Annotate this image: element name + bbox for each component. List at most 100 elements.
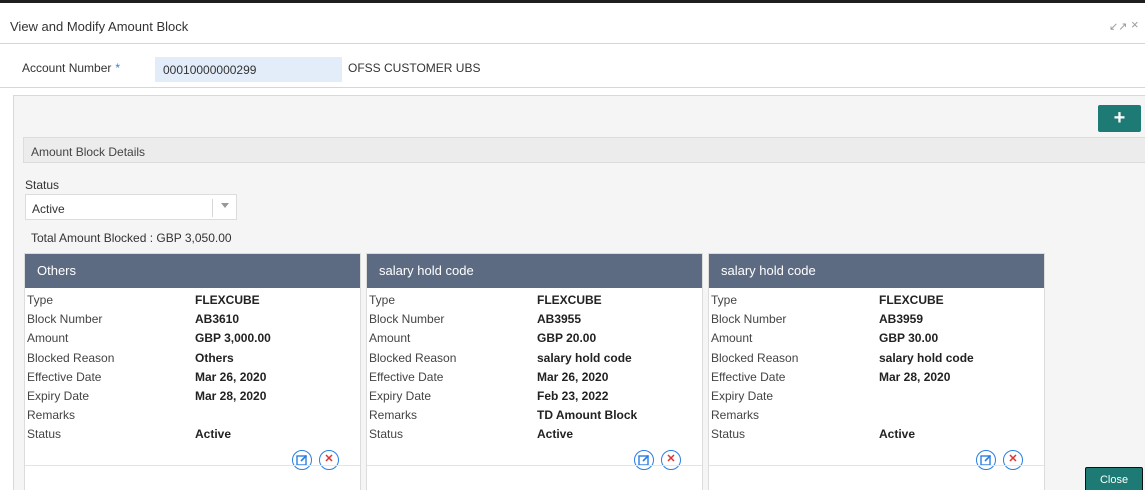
status-filter-label: Status	[25, 178, 60, 192]
amount-block-window: View and Modify Amount Block ↙↗ × Accoun…	[0, 0, 1145, 490]
field-label: Status	[27, 427, 62, 442]
block-card: salary hold code Type FLEXCUBE Block Numb…	[708, 253, 1045, 490]
row-status: Status Active	[709, 426, 1044, 445]
window-title: View and Modify Amount Block	[10, 19, 189, 34]
row-block-number: Block Number AB3959	[709, 311, 1044, 330]
close-button[interactable]: Close	[1085, 467, 1143, 490]
block-card: salary hold code Type FLEXCUBE Block Numb…	[366, 253, 703, 490]
select-divider	[212, 199, 213, 217]
field-value: Others	[195, 350, 234, 365]
field-value: Mar 26, 2020	[537, 369, 609, 384]
row-effective-date: Effective Date Mar 26, 2020	[367, 369, 702, 388]
row-type: Type FLEXCUBE	[709, 292, 1044, 311]
field-value: GBP 3,000.00	[195, 331, 271, 346]
field-value: salary hold code	[537, 350, 632, 365]
field-value: GBP 20.00	[537, 331, 597, 346]
field-label: Remarks	[27, 408, 76, 423]
field-value: salary hold code	[879, 350, 974, 365]
row-expiry-date: Expiry Date Feb 23, 2022	[367, 388, 702, 407]
field-label: Type	[369, 293, 396, 307]
field-label: Expiry Date	[27, 388, 90, 403]
field-label: Effective Date	[369, 369, 444, 384]
row-amount: Amount GBP 20.00	[367, 330, 702, 349]
field-label: Blocked Reason	[27, 350, 115, 365]
row-expiry-date: Expiry Date	[709, 388, 1044, 407]
edit-icon[interactable]	[976, 450, 996, 470]
add-button[interactable]: +	[1098, 105, 1141, 132]
field-value: AB3610	[195, 312, 240, 327]
row-effective-date: Effective Date Mar 28, 2020	[709, 369, 1044, 388]
minimize-icon[interactable]: ↙↗	[1109, 20, 1127, 33]
field-value: Mar 28, 2020	[879, 369, 951, 384]
row-block-number: Block Number AB3955	[367, 311, 702, 330]
field-value: GBP 30.00	[879, 331, 939, 346]
field-label: Effective Date	[711, 369, 786, 384]
delete-icon[interactable]: ✕	[661, 450, 681, 470]
section-header: Amount Block Details	[23, 137, 1145, 163]
row-amount: Amount GBP 3,000.00	[25, 330, 360, 349]
field-label: Type	[711, 293, 738, 307]
field-value: Mar 26, 2020	[195, 369, 267, 384]
row-remarks: Remarks TD Amount Block	[367, 407, 702, 426]
row-effective-date: Effective Date Mar 26, 2020	[25, 369, 360, 388]
account-number-label: Account Number *	[22, 61, 121, 75]
field-label: Expiry Date	[369, 388, 432, 403]
field-value: AB3959	[879, 312, 924, 327]
field-label: Remarks	[711, 408, 760, 423]
field-label: Type	[27, 293, 54, 307]
card-footer-divider	[25, 465, 360, 466]
field-label: Status	[369, 427, 404, 442]
field-label: Block Number	[369, 312, 445, 327]
card-header: salary hold code	[709, 254, 1044, 288]
row-remarks: Remarks	[709, 407, 1044, 426]
field-value: TD Amount Block	[537, 408, 638, 423]
field-value: FLEXCUBE	[879, 293, 944, 307]
close-icon[interactable]: ×	[1131, 17, 1139, 32]
row-type: Type FLEXCUBE	[25, 292, 360, 311]
row-expiry-date: Expiry Date Mar 28, 2020	[25, 388, 360, 407]
field-label: Blocked Reason	[711, 350, 799, 365]
row-status: Status Active	[25, 426, 360, 445]
row-remarks: Remarks	[25, 407, 360, 426]
edit-icon[interactable]	[634, 450, 654, 470]
field-label: Effective Date	[27, 369, 102, 384]
field-label: Block Number	[711, 312, 787, 327]
field-value: Active	[195, 427, 232, 442]
block-card: Others Type FLEXCUBE Block Number AB3610 A…	[24, 253, 361, 490]
row-blocked-reason: Blocked Reason salary hold code	[367, 350, 702, 369]
field-value: Active	[537, 427, 574, 442]
field-value: FLEXCUBE	[195, 293, 260, 307]
field-label: Amount	[27, 331, 69, 346]
field-value: AB3955	[537, 312, 582, 327]
field-label: Status	[711, 427, 746, 442]
card-header: salary hold code	[367, 254, 702, 288]
row-status: Status Active	[367, 426, 702, 445]
field-label: Amount	[711, 331, 753, 346]
row-blocked-reason: Blocked Reason salary hold code	[709, 350, 1044, 369]
title-bar: View and Modify Amount Block ↙↗ ×	[0, 6, 1145, 44]
delete-icon[interactable]: ✕	[319, 450, 339, 470]
required-mark: *	[115, 61, 121, 75]
customer-name: OFSS CUSTOMER UBS	[348, 61, 481, 75]
field-label: Amount	[369, 331, 411, 346]
field-value: Active	[879, 427, 916, 442]
account-number-input[interactable]	[155, 57, 342, 82]
row-amount: Amount GBP 30.00	[709, 330, 1044, 349]
status-filter-select[interactable]: Active	[25, 194, 237, 220]
edit-icon[interactable]	[292, 450, 312, 470]
card-header: Others	[25, 254, 360, 288]
card-details: Type FLEXCUBE Block Number AB3955 Amount GB…	[367, 288, 702, 446]
total-amount-blocked: Total Amount Blocked : GBP 3,050.00	[31, 231, 232, 245]
field-label: Remarks	[369, 408, 418, 423]
card-details: Type FLEXCUBE Block Number AB3959 Amount GB…	[709, 288, 1044, 446]
chevron-down-icon	[221, 203, 229, 208]
card-details: Type FLEXCUBE Block Number AB3610 Amount GB…	[25, 288, 360, 446]
row-block-number: Block Number AB3610	[25, 311, 360, 330]
field-label: Block Number	[27, 312, 103, 327]
account-row: Account Number* OFSS CUSTOMER UBS	[0, 45, 1145, 88]
card-footer-divider	[709, 465, 1044, 466]
field-label: Blocked Reason	[369, 350, 457, 365]
field-label: Expiry Date	[711, 388, 774, 403]
section-title: Amount Block Details	[31, 145, 146, 159]
delete-icon[interactable]: ✕	[1003, 450, 1023, 470]
